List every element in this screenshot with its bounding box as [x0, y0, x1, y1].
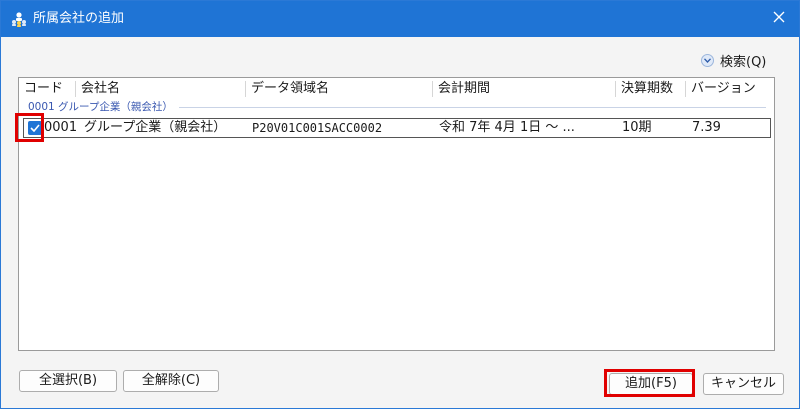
add-button[interactable]: 追加(F5) [609, 373, 693, 395]
cell-fiscal-count: 10期 [622, 120, 652, 135]
cell-company-name: グループ企業（親会社） [84, 120, 227, 135]
grid-header: コード 会社名 データ領域名 会計期間 決算期数 バージョン [19, 78, 774, 100]
column-header-company-name[interactable]: 会社名 [76, 78, 244, 100]
row-checkbox[interactable] [28, 121, 42, 135]
table-row[interactable]: 0001 グループ企業（親会社） P20V01C001SACC0002 令和 7… [23, 118, 771, 138]
cell-code: 0001 [44, 120, 78, 135]
group-header: 0001 グループ企業（親会社） [19, 100, 774, 114]
column-header-data-area[interactable]: データ領域名 [246, 78, 431, 100]
title-bar[interactable]: 所属会社の追加 [1, 1, 799, 37]
column-header-version[interactable]: バージョン [686, 78, 772, 100]
column-header-code[interactable]: コード [19, 78, 74, 100]
search-label: 検索(Q) [720, 54, 767, 70]
cell-period: 令和 7年 4月 1日 ～ ... [439, 120, 575, 135]
company-grid[interactable]: コード 会社名 データ領域名 会計期間 決算期数 バージョン 0001 グループ… [18, 77, 775, 351]
company-group-icon [11, 11, 27, 27]
group-divider [179, 107, 766, 108]
chevron-down-icon [701, 53, 714, 67]
search-toggle[interactable]: 検索(Q) [701, 51, 767, 70]
check-icon [30, 124, 40, 132]
column-header-fiscal-count[interactable]: 決算期数 [616, 78, 684, 100]
cell-data-area: P20V01C001SACC0002 [252, 121, 383, 135]
deselect-all-button[interactable]: 全解除(C) [123, 370, 219, 392]
dialog-title: 所属会社の追加 [33, 11, 125, 26]
close-icon [773, 11, 785, 27]
cancel-button[interactable]: キャンセル [703, 373, 784, 395]
select-all-button[interactable]: 全選択(B) [19, 370, 117, 392]
close-button[interactable] [759, 1, 799, 37]
cell-version: 7.39 [692, 120, 721, 135]
group-label: 0001 グループ企業（親会社） [28, 100, 179, 114]
column-header-period[interactable]: 会計期間 [433, 78, 614, 100]
add-affiliated-company-dialog: 所属会社の追加 検索(Q) コード 会社名 データ領域名 会計期間 決算期数 バ… [0, 0, 800, 409]
